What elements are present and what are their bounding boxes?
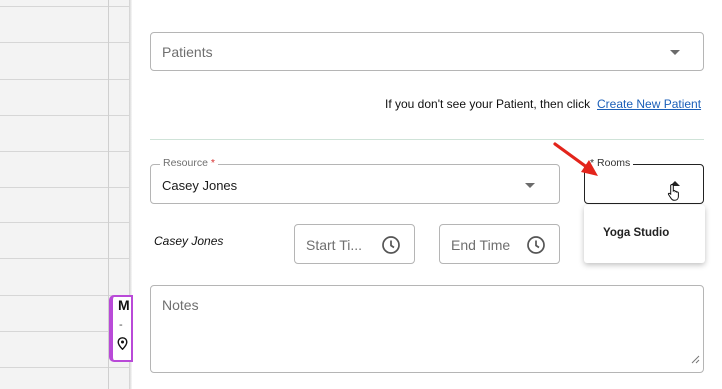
start-time-placeholder: Start Ti... — [306, 237, 363, 253]
grid-line — [0, 151, 131, 152]
hand-cursor-icon — [667, 183, 679, 201]
end-time-input[interactable]: End Time — [439, 224, 560, 264]
event-subtitle: - — [119, 319, 123, 331]
start-time-input[interactable]: Start Ti... — [294, 224, 415, 264]
required-mark: * — [210, 157, 215, 169]
notes-textarea[interactable]: Notes — [150, 285, 704, 373]
rooms-select[interactable]: * Rooms — [584, 157, 704, 204]
resource-value: Casey Jones — [162, 178, 238, 193]
calendar-event[interactable]: M - — [109, 295, 133, 362]
grid-line — [0, 258, 131, 259]
grid-line — [0, 42, 131, 43]
grid-line — [0, 79, 131, 80]
rooms-label: * Rooms — [587, 157, 634, 169]
calendar-grid: M - — [0, 0, 133, 389]
grid-line — [0, 187, 131, 188]
selected-resource-name: Casey Jones — [154, 234, 224, 248]
resource-label-text: Resource — [163, 157, 208, 169]
patients-placeholder: Patients — [162, 44, 213, 60]
grid-line — [0, 222, 131, 223]
resize-handle-icon[interactable] — [691, 351, 700, 369]
resource-label: Resource * — [160, 157, 218, 169]
required-mark: * — [590, 157, 595, 169]
create-new-patient-link[interactable]: Create New Patient — [597, 97, 701, 111]
chevron-down-icon[interactable] — [670, 50, 680, 55]
notes-placeholder: Notes — [162, 297, 199, 313]
rooms-dropdown-menu: Yoga Studio — [584, 205, 705, 263]
patient-hint-text: If you don't see your Patient, then clic… — [385, 97, 591, 111]
chevron-down-icon[interactable] — [525, 183, 535, 188]
resource-select[interactable]: Resource * Casey Jones — [150, 157, 560, 204]
screen: M - Patients If you don't see your Patie… — [0, 0, 722, 389]
clock-icon[interactable] — [526, 235, 546, 260]
rooms-option[interactable]: Yoga Studio — [603, 227, 669, 239]
end-time-placeholder: End Time — [451, 237, 511, 253]
grid-line — [0, 115, 131, 116]
grid-line — [0, 6, 131, 7]
location-pin-icon — [117, 337, 128, 355]
event-title: M — [118, 297, 130, 313]
clock-icon[interactable] — [381, 235, 401, 260]
grid-line — [0, 367, 131, 368]
patients-select[interactable]: Patients — [150, 32, 704, 71]
rooms-label-text: Rooms — [597, 157, 631, 169]
section-divider — [150, 139, 704, 140]
